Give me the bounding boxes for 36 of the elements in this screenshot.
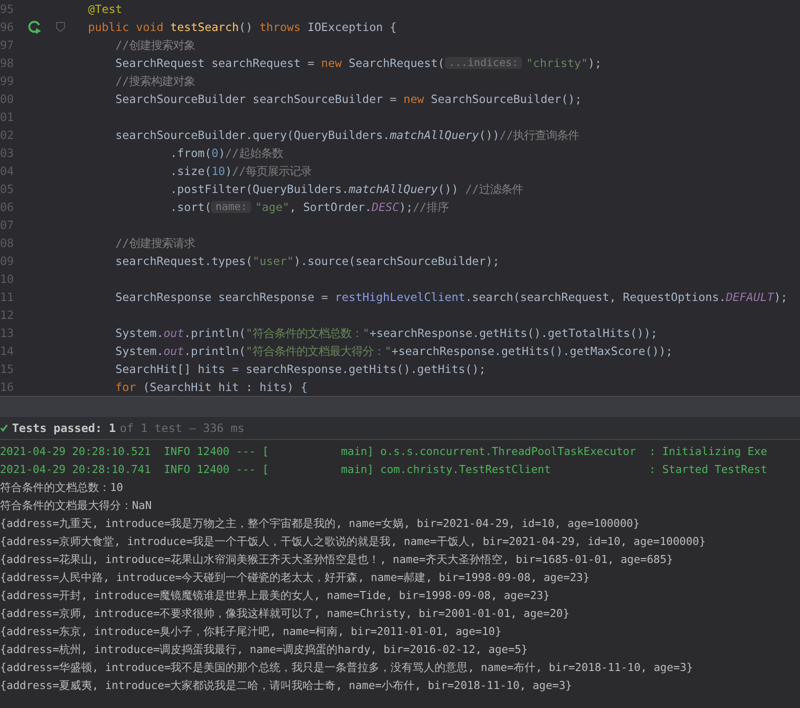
console-output-line: 符合条件的文档最大得分：NaN [0,498,153,514]
code-line: SearchRequest searchRequest = new SearchRequest( ...indices: "christy"); [114,56,602,70]
console-output-line: {address=夏威夷, introduce=大家都说我是二哈，请叫我哈士奇, name=小布什, bir=2018-11-10, age=3} [0,678,573,694]
console-output-line: 符合条件的文档总数：10 [0,480,124,496]
console-output-line: {address=华盛顿, introduce=我不是美国的那个总统，我只是一条普拉多，没有骂人的意思, name=布什, bir=2018-11-10, age=3} [0,660,694,676]
console-output-line: {address=花果山, introduce=花果山水帘洞美猴王齐天大圣孙悟空是也！, name=齐天大圣孙悟空, bir=1685-01-01, age=685} [0,552,674,568]
code-line: SearchResponse searchResponse = restHighLevelClient.search(searchRequest, RequestOptions.DEFAULT); [114,290,788,304]
test-status-detail: of 1 test – 336 ms [120,421,244,435]
code-line: @Test [88,2,122,16]
console-output-line: {address=京师大食堂, introduce=我是一个干饭人，干饭人之歌说的就是我, name=干饭人, bir=2021-04-29, id=10, age=100000} [0,534,707,550]
console-output-line: {address=人民中路, introduce=今天碰到一个碰瓷的老太太，好开森, name=郝建, bir=1998-09-08, age=23} [0,570,591,586]
console-output-line: {address=东京, introduce=臭小子，你耗子尾汁吧, name=柯南, bir=2011-01-01, age=10} [0,624,503,640]
code-line: System.out.println("符合条件的文档总数："+searchResponse.getHits().getTotalHits()); [114,326,658,340]
code-line: SearchHit[] hits = searchResponse.getHits().getHits(); [114,362,486,376]
console-output-line: {address=京师, introduce=不要求很帅，像我这样就可以了, name=Christy, bir=2001-01-01, age=20} [0,606,570,622]
log-line: 2021-04-29 20:28:10.741 INFO 12400 --- [ main] com.christy.TestRestClient : Started TestRest [0,462,768,478]
console-output-line: {address=开封, introduce=魔镜魔镜谁是世界上最美的女人, name=Tide, bir=1998-09-08, age=23} [0,588,551,604]
code-line: for (SearchHit hit : hits) { [114,380,308,394]
code-line: System.out.println("符合条件的文档最大得分："+searchResponse.getHits().getMaxScore()); [114,344,673,358]
console-output-line: {address=杭州, introduce=调皮捣蛋我最行, name=调皮捣蛋的hardy, bir=2016-02-12, age=5} [0,642,529,658]
code-line: .sort( name: "age", SortOrder.DESC);//排序 [169,200,449,214]
code-line: //创建搜索请求 [114,236,196,250]
console-output-line: {address=九重天, introduce=我是万物之主，整个宇宙都是我的, name=女娲, bir=2021-04-29, id=10, age=100000} [0,516,641,532]
code-line: .from(0)//起始条数 [169,146,283,160]
code-line: .postFilter(QueryBuilders.matchAllQuery()) //过滤条件 [169,182,523,196]
log-line: 2021-04-29 20:28:10.521 INFO 12400 --- [ main] o.s.s.concurrent.ThreadPoolTaskExecutor : Initializing Exe [0,444,768,460]
code-line: searchRequest.types("user").source(searchSourceBuilder); [114,254,500,268]
parameter-hint: ...indices: [444,57,522,69]
code-line: //创建搜索对象 [114,38,196,52]
code-line: SearchSourceBuilder searchSourceBuilder = new SearchSourceBuilder(); [114,92,582,106]
code-line: public void testSearch() throws IOException { [88,20,397,34]
code-line: .size(10)//每页展示记录 [169,164,312,178]
parameter-hint: name: [211,201,252,213]
test-status-label: Tests passed: 1 [12,421,116,435]
code-line: searchSourceBuilder.query(QueryBuilders.matchAllQuery())//执行查询条件 [114,128,580,142]
code-line: //搜索构建对象 [114,74,196,88]
